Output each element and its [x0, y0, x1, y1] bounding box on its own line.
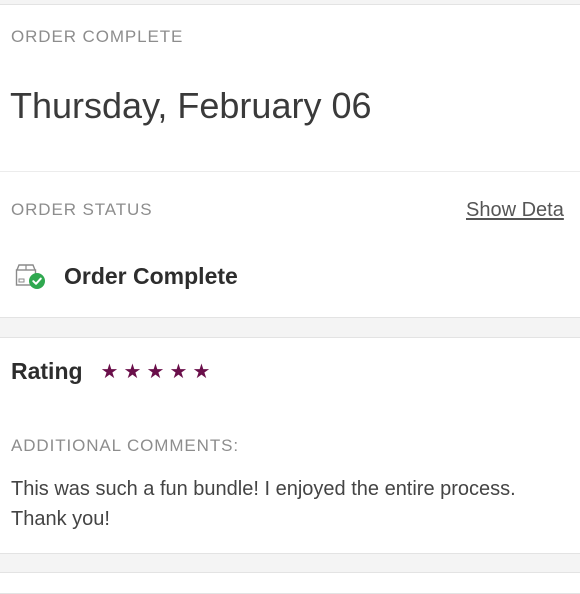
star-icon: ★	[123, 361, 142, 383]
order-date: Thursday, February 06	[10, 85, 372, 126]
show-details-link[interactable]: Show Deta	[466, 199, 564, 222]
star-icon: ★	[146, 361, 165, 383]
star-icon: ★	[192, 361, 211, 383]
order-status-label: ORDER STATUS	[11, 200, 153, 219]
order-status-text: Order Complete	[64, 263, 238, 289]
order-complete-header: ORDER COMPLETE	[11, 27, 184, 46]
comment-text: This was such a fun bundle! I enjoyed th…	[11, 478, 516, 530]
star-icon: ★	[100, 361, 119, 383]
next-card	[0, 572, 580, 594]
rating-label: Rating	[11, 358, 83, 384]
box-check-icon	[14, 262, 48, 292]
divider	[0, 171, 580, 172]
rating-card: Rating ★ ★ ★ ★ ★ ADDITIONAL COMMENTS: Th…	[0, 337, 580, 554]
star-icon: ★	[169, 361, 188, 383]
order-card: ORDER COMPLETE Thursday, February 06 ORD…	[0, 4, 580, 318]
star-rating: ★ ★ ★ ★ ★	[99, 360, 212, 384]
additional-comments-label: ADDITIONAL COMMENTS:	[11, 436, 239, 455]
